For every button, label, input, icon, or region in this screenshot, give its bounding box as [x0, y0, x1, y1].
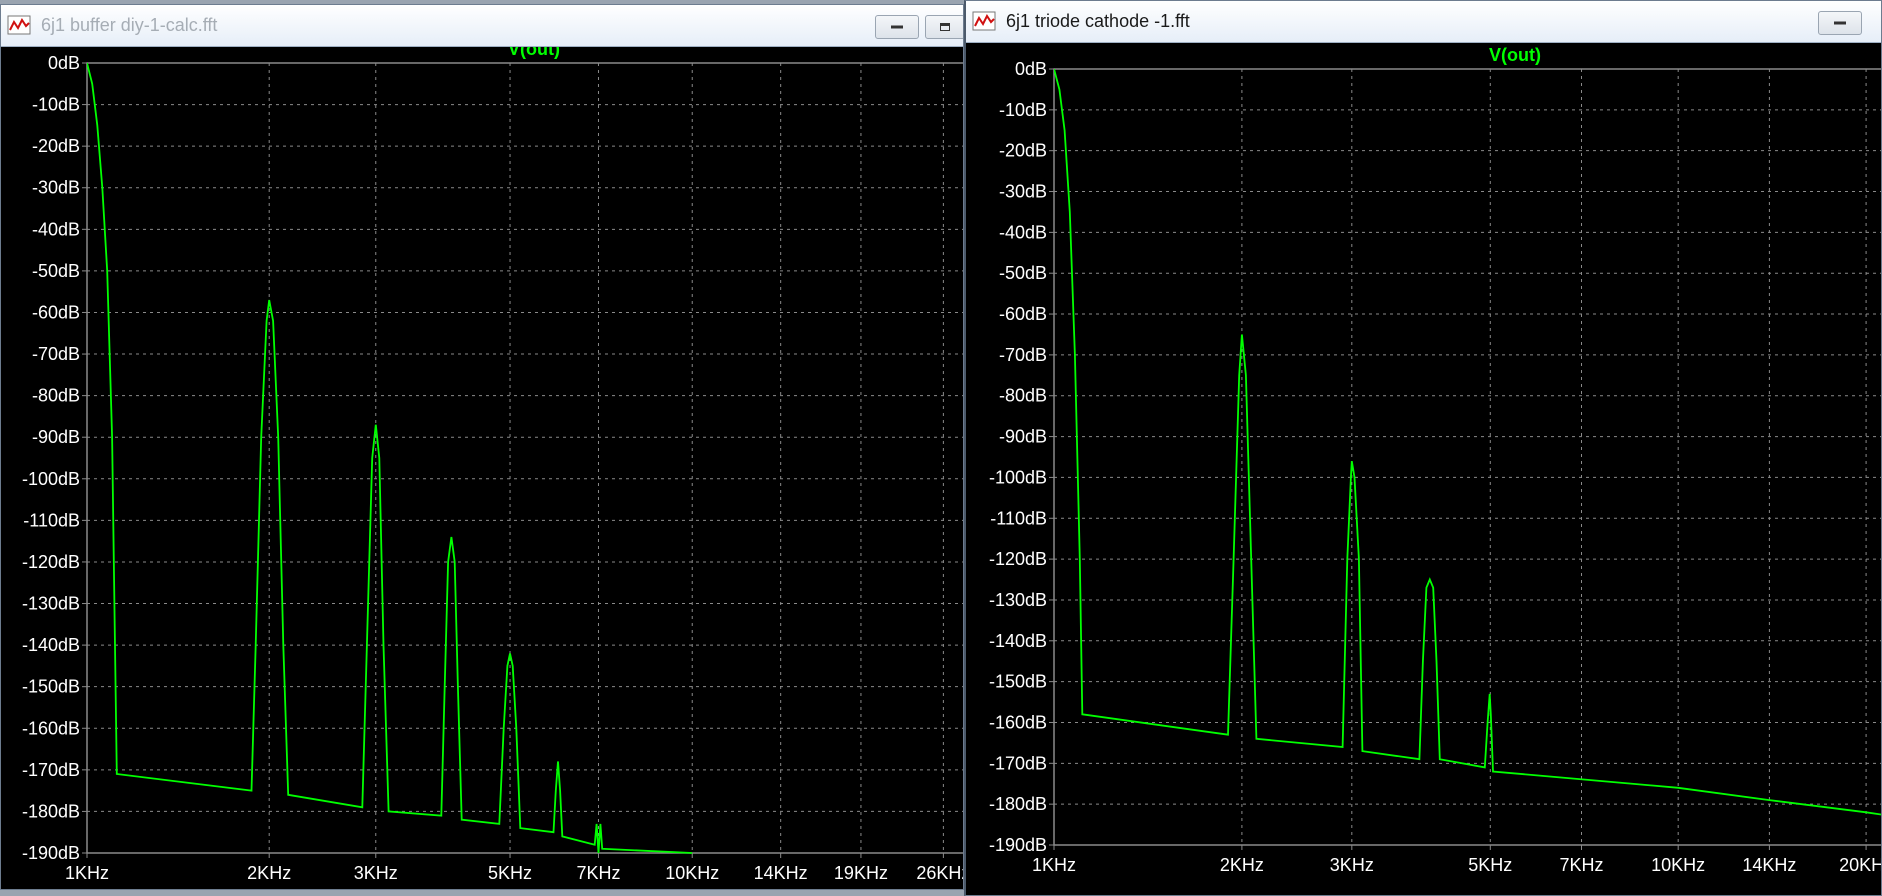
y-tick-label: -50dB: [32, 261, 80, 281]
y-tick-label: -40dB: [999, 222, 1047, 242]
y-tick-label: -10dB: [32, 95, 80, 115]
y-tick-label: -160dB: [22, 718, 80, 738]
maximize-button[interactable]: [925, 15, 963, 39]
x-tick-label: 26KHz: [916, 863, 964, 883]
y-tick-label: -100dB: [989, 467, 1047, 487]
y-tick-label: -60dB: [999, 304, 1047, 324]
y-tick-label: -10dB: [999, 100, 1047, 120]
y-tick-label: -190dB: [22, 843, 80, 863]
y-tick-label: -110dB: [990, 508, 1047, 528]
x-tick-label: 1KHz: [65, 863, 109, 883]
trace-label: V(out): [508, 47, 560, 59]
y-tick-label: -180dB: [989, 794, 1047, 814]
x-tick-label: 1KHz: [1032, 855, 1076, 875]
x-tick-label: 2KHz: [247, 863, 291, 883]
x-tick-label: 7KHz: [1559, 855, 1603, 875]
series-line-vout: [87, 63, 693, 854]
x-tick-label: 5KHz: [1468, 855, 1512, 875]
y-tick-label: -140dB: [989, 631, 1047, 651]
x-tick-label: 3KHz: [1330, 855, 1374, 875]
series-line-vout: [1054, 69, 1881, 816]
fft-window-triode[interactable]: 6j1 triode cathode -1.fft 0dB -10dB -20dB -…: [964, 0, 1882, 896]
y-tick-label: -70dB: [32, 344, 80, 364]
minimize-icon: [1834, 21, 1846, 25]
window-title: 6j1 triode cathode -1.fft: [1006, 11, 1190, 31]
y-tick-label: -80dB: [32, 386, 80, 406]
y-tick-label: 0dB: [48, 53, 80, 73]
y-tick-label: -30dB: [32, 178, 80, 198]
y-tick-label: -90dB: [32, 427, 80, 447]
y-tick-label: -180dB: [22, 801, 80, 821]
x-tick-label: 19KHz: [834, 863, 888, 883]
x-tick-label: 14KHz: [754, 863, 808, 883]
y-tick-label: -150dB: [22, 677, 80, 697]
y-tick-label: -60dB: [32, 302, 80, 322]
y-tick-label: -130dB: [22, 594, 80, 614]
y-tick-label: -20dB: [32, 136, 80, 156]
window-titlebar[interactable]: 6j1 buffer diy-1-calc.fft: [1, 5, 963, 47]
plot-frame: [86, 62, 963, 854]
x-tick-label: 14KHz: [1742, 855, 1796, 875]
x-tick-label: 7KHz: [576, 863, 620, 883]
waveform-app-icon: [7, 15, 31, 35]
y-tick-label: -170dB: [22, 760, 80, 780]
y-tick-label: -70dB: [999, 345, 1047, 365]
y-tick-label: -80dB: [999, 386, 1047, 406]
minimize-button[interactable]: [1818, 11, 1862, 35]
x-tick-label: 20KHz: [1839, 855, 1882, 875]
fft-plot[interactable]: 0dB -10dB -20dB -30dB -40dB -50dB -60dB -70dB -8…: [966, 43, 1882, 896]
minimize-button[interactable]: [875, 15, 919, 39]
window-titlebar[interactable]: 6j1 triode cathode -1.fft: [966, 1, 1881, 43]
x-tick-label: 10KHz: [1651, 855, 1705, 875]
minimize-icon: [891, 25, 903, 29]
y-tick-label: -130dB: [989, 590, 1047, 610]
waveform-app-icon: [972, 11, 996, 31]
y-tick-label: -90dB: [999, 427, 1047, 447]
x-tick-label: 5KHz: [488, 863, 532, 883]
y-tick-label: -50dB: [999, 263, 1047, 283]
y-tick-label: -110dB: [23, 510, 80, 530]
x-tick-label: 3KHz: [354, 863, 398, 883]
y-tick-label: -190dB: [989, 835, 1047, 855]
y-tick-label: -40dB: [32, 219, 80, 239]
maximize-icon: [940, 23, 950, 31]
x-tick-label: 10KHz: [665, 863, 719, 883]
y-tick-label: 0dB: [1015, 59, 1047, 79]
x-tick-label: 2KHz: [1220, 855, 1264, 875]
window-title: 6j1 buffer diy-1-calc.fft: [41, 15, 218, 35]
y-tick-label: -100dB: [22, 469, 80, 489]
y-tick-label: -30dB: [999, 182, 1047, 202]
y-tick-label: -20dB: [999, 141, 1047, 161]
y-tick-label: -170dB: [989, 753, 1047, 773]
y-tick-label: -160dB: [989, 712, 1047, 732]
trace-label: V(out): [1489, 45, 1541, 65]
y-tick-label: -120dB: [22, 552, 80, 572]
fft-window-buffer[interactable]: 6j1 buffer diy-1-calc.fft 0dB -10dB -20dB -…: [0, 4, 964, 890]
fft-plot[interactable]: 0dB -10dB -20dB -30dB -40dB -50dB -60dB -70dB -8…: [1, 47, 964, 890]
y-tick-label: -140dB: [22, 635, 80, 655]
y-tick-label: -150dB: [989, 672, 1047, 692]
y-tick-label: -120dB: [989, 549, 1047, 569]
